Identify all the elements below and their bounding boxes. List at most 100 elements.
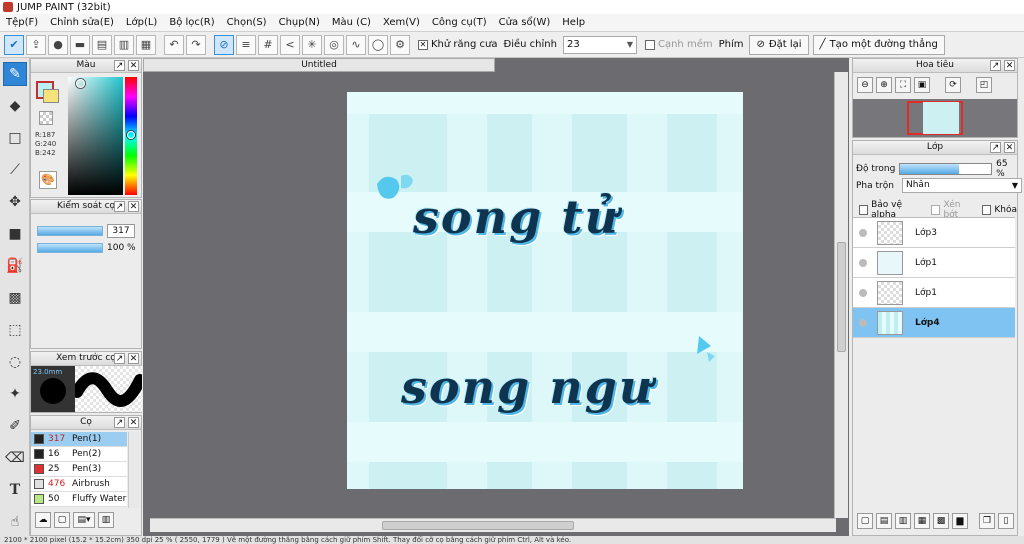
move-tool-icon[interactable]: ✥ (3, 190, 27, 214)
close-icon[interactable]: ✕ (1004, 60, 1015, 71)
document-icon[interactable]: ▥ (114, 34, 134, 55)
brush-item[interactable]: 16 Pen(2) (31, 447, 127, 462)
brush-item[interactable]: 476 Airbrush (31, 477, 127, 492)
close-icon[interactable]: ✕ (128, 353, 139, 364)
reset-button[interactable]: ⊘ Đặt lại (749, 34, 809, 55)
edge-checkbox[interactable] (644, 39, 655, 50)
clip-checkbox[interactable] (931, 205, 941, 215)
text-tool-icon[interactable]: T (3, 478, 27, 502)
curve-ruler-icon[interactable]: ∿ (346, 34, 366, 55)
brush-item[interactable]: 317 Pen(1) (31, 432, 127, 447)
brush-list-scrollbar[interactable] (128, 432, 140, 508)
pen-tool-icon[interactable]: ✎ (3, 62, 27, 86)
menu-edit[interactable]: Chỉnh sửa(E) (44, 14, 120, 32)
color-picker-handle[interactable] (76, 79, 85, 88)
undock-icon[interactable]: ↗ (990, 60, 1001, 71)
page-icon[interactable]: ▤ (92, 34, 112, 55)
concentric-ruler-icon[interactable]: ◎ (324, 34, 344, 55)
new-tone-layer-icon[interactable]: ▦ (914, 513, 930, 529)
new-8bit-layer-icon[interactable]: ▥ (895, 513, 911, 529)
layer-item[interactable]: Lớp1 (853, 248, 1015, 278)
balloon-icon[interactable]: ▬ (70, 34, 90, 55)
delete-layer-icon[interactable]: ▯ (998, 513, 1014, 529)
zoom-in-icon[interactable]: ⊕ (876, 77, 892, 93)
layer-item[interactable]: Lớp1 (853, 278, 1015, 308)
scroll-thumb[interactable] (837, 242, 846, 352)
menu-filter[interactable]: Bộ lọc(R) (163, 14, 220, 32)
blend-mode-select[interactable]: Nhân ▼ (902, 178, 1022, 193)
hand-tool-icon[interactable]: ☝ (3, 510, 27, 534)
menu-tools[interactable]: Công cụ(T) (426, 14, 493, 32)
undock-icon[interactable]: ↗ (990, 142, 1001, 153)
menu-capture[interactable]: Chụp(N) (273, 14, 326, 32)
new-brush-icon[interactable]: ▢ (54, 512, 70, 528)
antialias-checkbox[interactable]: ✕ (418, 39, 428, 50)
menu-select[interactable]: Chọn(S) (221, 14, 273, 32)
close-icon[interactable]: ✕ (1004, 142, 1015, 153)
layer-item[interactable]: Lớp4 (853, 308, 1015, 338)
select-pen-icon[interactable]: ✐ (3, 414, 27, 438)
brush-size-slider[interactable] (37, 226, 103, 236)
select-eraser-icon[interactable]: ⌫ (3, 446, 27, 470)
navigator-preview[interactable] (853, 99, 1017, 137)
new-layer-icon[interactable]: ▢ (857, 513, 873, 529)
vanishing-ruler-icon[interactable]: < (280, 34, 300, 55)
bucket-tool-icon[interactable]: ⛽ (3, 254, 27, 278)
visibility-icon[interactable] (859, 288, 867, 297)
radial-ruler-icon[interactable]: ✳ (302, 34, 322, 55)
brush-settings-icon[interactable]: ▥ (98, 512, 114, 528)
brush-category-icon[interactable]: ☁ (35, 512, 51, 528)
rect-tool-icon[interactable]: □ (3, 126, 27, 150)
visibility-icon[interactable] (859, 258, 867, 267)
canvas-vertical-scrollbar[interactable] (834, 72, 848, 518)
undock-icon[interactable]: ↗ (114, 60, 125, 71)
menu-window[interactable]: Cửa sổ(W) (493, 14, 557, 32)
brush-opacity-slider[interactable] (37, 243, 103, 253)
grid-icon[interactable]: ▦ (136, 34, 156, 55)
document-tab[interactable]: Untitled (143, 58, 495, 72)
undock-icon[interactable]: ↗ (114, 353, 125, 364)
new-folder-icon[interactable]: ▆ (952, 513, 968, 529)
close-icon[interactable]: ✕ (128, 201, 139, 212)
visibility-icon[interactable] (859, 228, 867, 237)
fit-icon[interactable]: ⛶ (895, 77, 911, 93)
menu-view[interactable]: Xem(V) (377, 14, 426, 32)
cross-ruler-icon[interactable]: # (258, 34, 278, 55)
hue-handle[interactable] (127, 131, 135, 139)
actual-size-icon[interactable]: ▣ (914, 77, 930, 93)
copy-layer-icon[interactable]: ❐ (979, 513, 995, 529)
rotate-icon[interactable]: ⟳ (945, 77, 961, 93)
export-icon[interactable]: ⇪ (26, 34, 46, 55)
lock-checkbox[interactable] (982, 205, 992, 215)
scroll-thumb[interactable] (382, 521, 574, 530)
adjust-select[interactable]: 23 ▼ (562, 35, 637, 54)
ellipse-ruler-icon[interactable]: ◯ (368, 34, 388, 55)
redo-icon[interactable]: ↷ (186, 34, 206, 55)
menu-file[interactable]: Tệp(F) (0, 14, 44, 32)
parallel-ruler-icon[interactable]: ≡ (236, 34, 256, 55)
menu-color[interactable]: Màu (C) (326, 14, 377, 32)
undock-icon[interactable]: ↗ (114, 417, 125, 428)
check-icon[interactable]: ✔ (4, 34, 24, 55)
no-ruler-icon[interactable]: ⊘ (214, 34, 234, 55)
flip-icon[interactable]: ◰ (976, 77, 992, 93)
magic-wand-icon[interactable]: ✦ (3, 382, 27, 406)
zoom-out-icon[interactable]: ⊖ (857, 77, 873, 93)
secondary-color-swatch[interactable] (43, 89, 59, 103)
undock-icon[interactable]: ↗ (114, 201, 125, 212)
straight-line-button[interactable]: ╱ Tạo một đường thẳng (812, 34, 945, 55)
brush-size-input[interactable]: 317 (107, 224, 135, 238)
menu-layer[interactable]: Lớp(L) (120, 14, 163, 32)
hue-slider[interactable] (125, 77, 137, 195)
gradient-tool-icon[interactable]: ▩ (3, 286, 27, 310)
undo-icon[interactable]: ↶ (164, 34, 184, 55)
layer-opacity-slider[interactable] (898, 163, 993, 175)
brush-item[interactable]: 25 Pen(3) (31, 462, 127, 477)
eraser-tool-icon[interactable]: ◆ (3, 94, 27, 118)
transparent-swatch[interactable] (39, 111, 53, 125)
saturation-value-picker[interactable] (68, 77, 123, 195)
visibility-icon[interactable] (859, 318, 867, 327)
document-canvas[interactable]: song tử song ngư (347, 92, 743, 489)
line-tool-icon[interactable]: ⟋ (3, 158, 27, 182)
palette-icon[interactable]: 🎨 (39, 171, 57, 189)
